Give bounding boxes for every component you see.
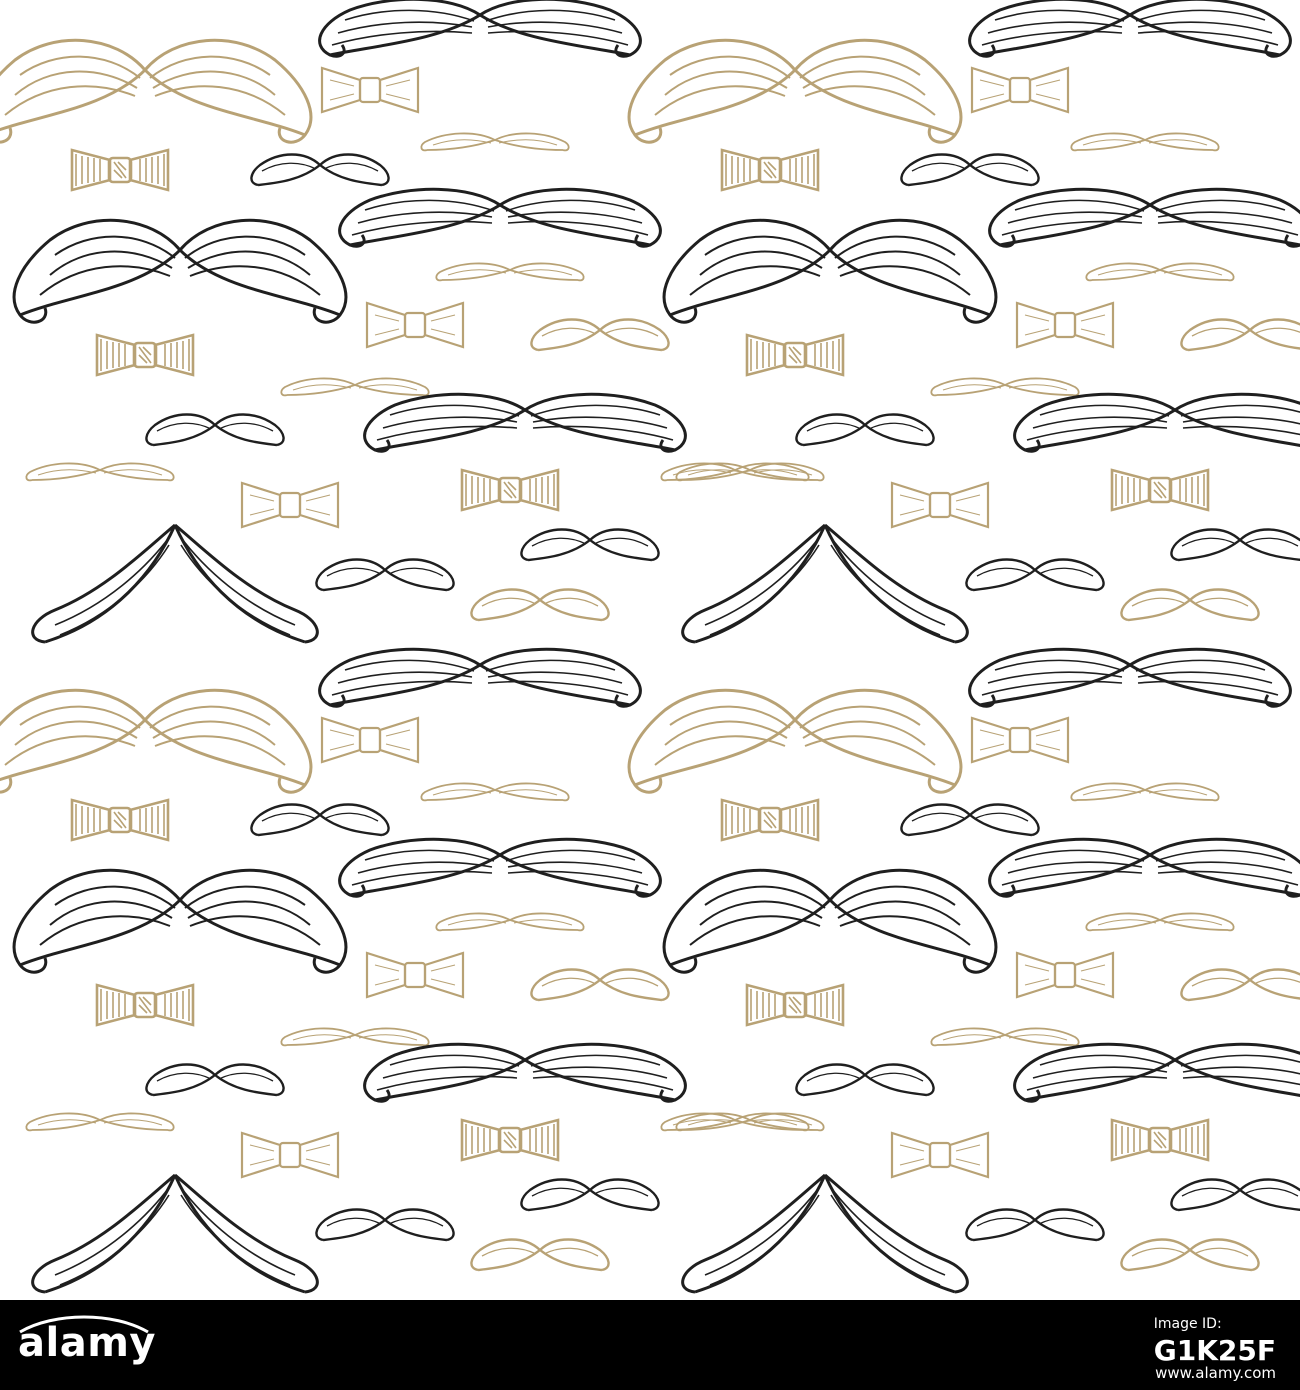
mustache-icon (363, 392, 687, 453)
mustache-icon (470, 588, 610, 622)
mustache-icon (318, 0, 642, 58)
logo-wordmark: alamy (18, 1320, 156, 1366)
seamless-pattern (0, 0, 1300, 1300)
site-url[interactable]: www.alamy.com (1155, 1364, 1276, 1382)
alamy-logo[interactable]: alamy (18, 1318, 156, 1366)
mustache-icon (12, 218, 348, 324)
image-id-value: G1K25F (1153, 1334, 1276, 1367)
mustache-icon (420, 132, 570, 152)
mustache-icon (315, 558, 455, 592)
mustache-icon (250, 153, 390, 187)
mustache-icon (145, 413, 285, 447)
watermark-footer: alamy Image ID: G1K25F www.alamy.com (0, 1300, 1300, 1390)
image-id-label: Image ID: (1153, 1316, 1222, 1332)
bow-tie-icon (365, 301, 465, 349)
pattern-canvas (0, 0, 1300, 1300)
bow-tie-icon (240, 481, 340, 529)
mustache-icon (530, 318, 670, 352)
mustache-icon (0, 38, 313, 144)
image-id-block: Image ID: G1K25F (1154, 1316, 1276, 1367)
bow-tie-icon (320, 66, 420, 114)
mustache-icon (338, 187, 662, 248)
bow-tie-icon (95, 333, 195, 377)
mustache-icon (435, 262, 585, 282)
mustache-icon (520, 528, 660, 562)
bow-tie-icon (460, 468, 560, 512)
bow-tie-icon (70, 148, 170, 192)
mustache-icon (280, 377, 430, 397)
mustache-icon (25, 462, 175, 482)
mustache-icon (31, 523, 319, 644)
